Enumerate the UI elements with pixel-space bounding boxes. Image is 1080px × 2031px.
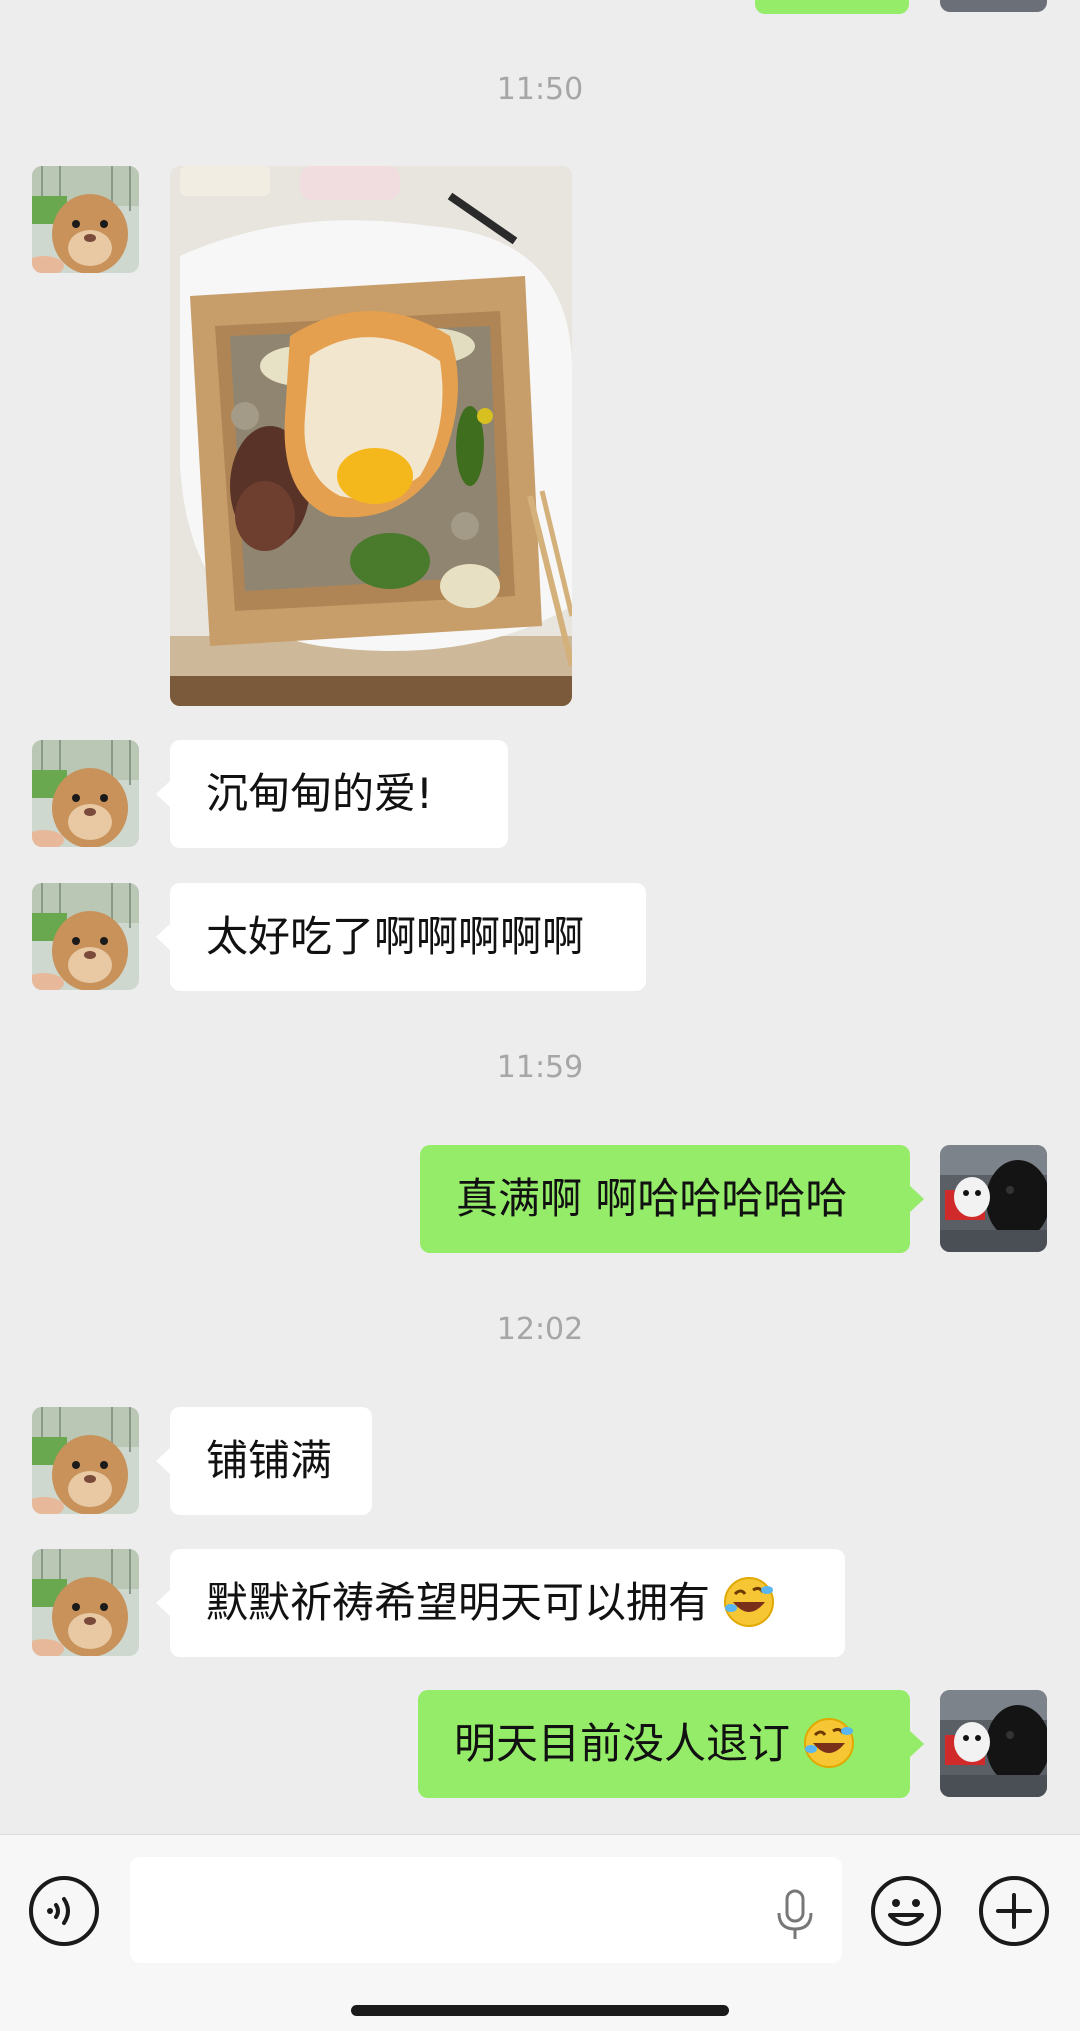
avatar[interactable] bbox=[940, 1690, 1047, 1797]
message-bubble[interactable]: 默默祈祷希望明天可以拥有 bbox=[156, 1549, 845, 1657]
message-bubble[interactable]: 太好吃了啊啊啊啊啊 bbox=[156, 883, 646, 991]
message-bubble[interactable]: 真满啊 啊哈哈哈哈哈 bbox=[420, 1145, 924, 1253]
message-bubble[interactable]: 沉甸甸的爱! bbox=[156, 740, 508, 848]
rofl-emoji bbox=[723, 1576, 775, 1627]
emoji-face-icon[interactable] bbox=[870, 1875, 942, 1947]
message-text: 铺铺满 bbox=[206, 1436, 333, 1485]
avatar[interactable] bbox=[32, 883, 139, 990]
mic-icon[interactable] bbox=[770, 1887, 820, 1943]
message-text: 真满啊 啊哈哈哈哈哈 bbox=[456, 1174, 848, 1223]
message-text: 沉甸甸的爱! bbox=[206, 769, 433, 818]
voice-icon[interactable] bbox=[28, 1875, 100, 1947]
message-text: 默默祈祷希望明天可以拥有 bbox=[206, 1578, 711, 1627]
message-bubble[interactable]: 铺铺满 bbox=[156, 1407, 372, 1515]
message-input[interactable] bbox=[130, 1857, 842, 1963]
message-text: 太好吃了啊啊啊啊啊 bbox=[206, 912, 585, 961]
avatar[interactable] bbox=[940, 0, 1047, 12]
avatar[interactable] bbox=[32, 1407, 139, 1514]
message-text: 明天目前没人退订 bbox=[454, 1719, 791, 1768]
input-bar bbox=[0, 1834, 1080, 2031]
loudly-crying-laughing-emoji bbox=[803, 1717, 855, 1768]
food-photo[interactable] bbox=[170, 166, 572, 706]
avatar[interactable] bbox=[32, 166, 139, 273]
chat-area[interactable]: 11:50 沉甸甸的爱! 太好吃了啊啊啊啊啊 11:59 真满啊 啊哈哈哈哈哈 … bbox=[0, 0, 1080, 1834]
plus-icon[interactable] bbox=[978, 1875, 1050, 1947]
timestamp: 11:59 bbox=[496, 1050, 584, 1085]
timestamp: 12:02 bbox=[496, 1312, 584, 1347]
avatar[interactable] bbox=[940, 1145, 1047, 1252]
avatar[interactable] bbox=[32, 740, 139, 847]
avatar[interactable] bbox=[32, 1549, 139, 1656]
timestamp: 11:50 bbox=[496, 72, 584, 107]
home-indicator[interactable] bbox=[351, 2005, 729, 2016]
partial-sent-bubble bbox=[755, 0, 909, 14]
message-bubble[interactable]: 明天目前没人退订 bbox=[418, 1690, 924, 1798]
